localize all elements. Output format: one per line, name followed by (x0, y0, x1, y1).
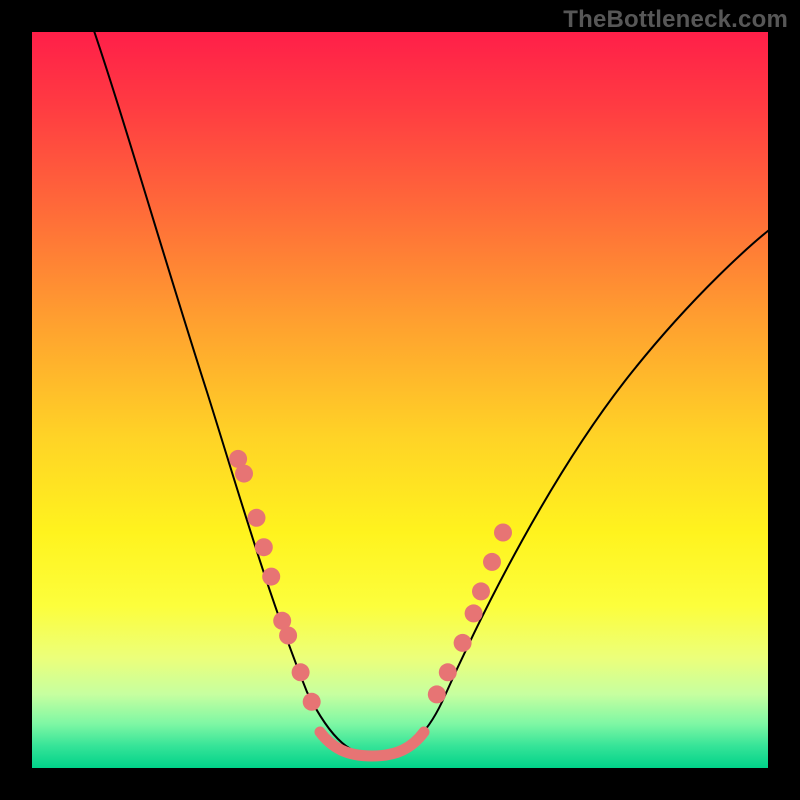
data-dot (454, 634, 472, 652)
watermark-text: TheBottleneck.com (563, 6, 788, 34)
data-dot (465, 604, 483, 622)
data-dots (229, 450, 512, 711)
data-dot (279, 627, 297, 645)
data-dot (303, 693, 321, 711)
data-dot (235, 465, 253, 483)
data-dot (439, 663, 457, 681)
data-dot (494, 524, 512, 542)
data-dot (428, 685, 446, 703)
chart-stage: TheBottleneck.com (0, 0, 800, 800)
data-dot (248, 509, 266, 527)
bottleneck-curve (32, 32, 768, 768)
plot-area (32, 32, 768, 768)
data-dot (472, 582, 490, 600)
curve-path (91, 32, 768, 756)
data-dot (262, 568, 280, 586)
data-dot (255, 538, 273, 556)
data-dot (292, 663, 310, 681)
data-dot (483, 553, 501, 571)
